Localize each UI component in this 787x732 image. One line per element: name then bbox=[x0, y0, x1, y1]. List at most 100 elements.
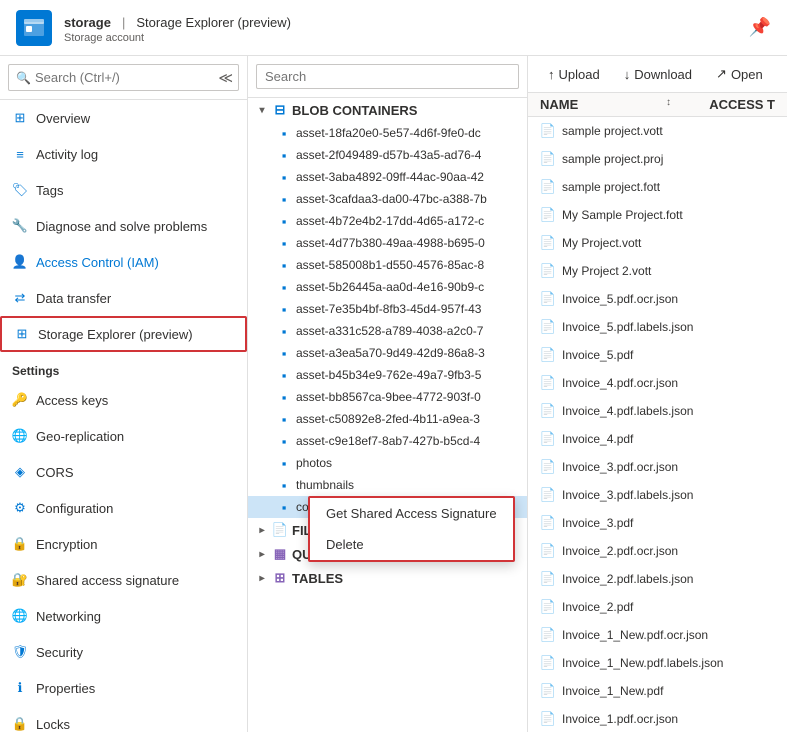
upload-button[interactable]: ↑ Upload bbox=[540, 63, 608, 86]
file-item-6[interactable]: 📄 Invoice_5.pdf.ocr.json bbox=[528, 285, 787, 313]
sidebar-item-encryption[interactable]: 🔒 Encryption bbox=[0, 526, 247, 562]
file-item-18[interactable]: 📄 Invoice_1_New.pdf.ocr.json bbox=[528, 621, 787, 649]
sidebar-item-iam[interactable]: 👤 Access Control (IAM) bbox=[0, 244, 247, 280]
file-item-14[interactable]: 📄 Invoice_3.pdf bbox=[528, 509, 787, 537]
context-menu-delete[interactable]: Delete bbox=[310, 529, 513, 560]
file-shares-expand-icon: ▸ bbox=[256, 525, 268, 536]
column-access-header: ACCESS T bbox=[675, 97, 775, 112]
tree-item-blob-2[interactable]: ▪ asset-3aba4892-09ff-44ac-90aa-42 bbox=[248, 166, 527, 188]
file-item-12[interactable]: 📄 Invoice_3.pdf.ocr.json bbox=[528, 453, 787, 481]
file-icon-8: 📄 bbox=[540, 347, 556, 363]
file-item-10[interactable]: 📄 Invoice_4.pdf.labels.json bbox=[528, 397, 787, 425]
resource-name: storage bbox=[64, 15, 111, 30]
sidebar-item-diagnose[interactable]: 🔧 Diagnose and solve problems bbox=[0, 208, 247, 244]
file-icon-13: 📄 bbox=[540, 487, 556, 503]
person-icon: 👤 bbox=[12, 254, 28, 270]
tree-search-input[interactable] bbox=[256, 64, 519, 89]
file-item-9[interactable]: 📄 Invoice_4.pdf.ocr.json bbox=[528, 369, 787, 397]
sidebar-item-security[interactable]: 🛡 Security bbox=[0, 634, 247, 670]
file-list-header: NAME ↕ ACCESS T bbox=[528, 93, 787, 117]
container-item-wrapper: ▪ container Get Shared Access Signature … bbox=[248, 496, 527, 518]
file-icon-0: 📄 bbox=[540, 123, 556, 139]
file-item-8[interactable]: 📄 Invoice_5.pdf bbox=[528, 341, 787, 369]
file-item-4[interactable]: 📄 My Project.vott bbox=[528, 229, 787, 257]
file-icon-7: 📄 bbox=[540, 319, 556, 335]
queues-expand-icon: ▸ bbox=[256, 549, 268, 560]
tree-item-blob-6[interactable]: ▪ asset-585008b1-d550-4576-85ac-8 bbox=[248, 254, 527, 276]
container-icon-9: ▪ bbox=[276, 323, 292, 339]
container-icon-12: ▪ bbox=[276, 389, 292, 405]
file-icon-15: 📄 bbox=[540, 543, 556, 559]
tree-item-blob-11[interactable]: ▪ asset-b45b34e9-762e-49a7-9fb3-5 bbox=[248, 364, 527, 386]
file-icon-4: 📄 bbox=[540, 235, 556, 251]
pin-icon[interactable]: 📌 bbox=[749, 17, 771, 38]
file-item-13[interactable]: 📄 Invoice_3.pdf.labels.json bbox=[528, 481, 787, 509]
tree-item-blob-8[interactable]: ▪ asset-7e35b4bf-8fb3-45d4-957f-43 bbox=[248, 298, 527, 320]
file-item-2[interactable]: 📄 sample project.fott bbox=[528, 173, 787, 201]
container-icon-8: ▪ bbox=[276, 301, 292, 317]
file-item-21[interactable]: 📄 Invoice_1.pdf.ocr.json bbox=[528, 705, 787, 732]
queue-icon: ▦ bbox=[272, 546, 288, 562]
sidebar-item-overview[interactable]: ⊞ Overview bbox=[0, 100, 247, 136]
header-title: storage | Storage Explorer (preview) Sto… bbox=[64, 11, 291, 44]
tree-section-tables[interactable]: ▸ ⊞ TABLES bbox=[248, 566, 527, 590]
sidebar-item-properties[interactable]: ℹ Properties bbox=[0, 670, 247, 706]
sidebar-item-geo-replication[interactable]: 🌐 Geo-replication bbox=[0, 418, 247, 454]
tree-item-blob-0[interactable]: ▪ asset-18fa20e0-5e57-4d6f-9fe0-dc bbox=[248, 122, 527, 144]
file-item-11[interactable]: 📄 Invoice_4.pdf bbox=[528, 425, 787, 453]
file-item-3[interactable]: 📄 My Sample Project.fott bbox=[528, 201, 787, 229]
tree-item-thumbnails[interactable]: ▪ thumbnails bbox=[248, 474, 527, 496]
sidebar-item-shared-access[interactable]: 🔐 Shared access signature bbox=[0, 562, 247, 598]
table-icon: ⊞ bbox=[272, 570, 288, 586]
tree-item-blob-12[interactable]: ▪ asset-bb8567ca-9bee-4772-903f-0 bbox=[248, 386, 527, 408]
file-item-1[interactable]: 📄 sample project.proj bbox=[528, 145, 787, 173]
file-item-20[interactable]: 📄 Invoice_1_New.pdf bbox=[528, 677, 787, 705]
file-item-19[interactable]: 📄 Invoice_1_New.pdf.labels.json bbox=[528, 649, 787, 677]
tree-body: ▾ ⊟ BLOB CONTAINERS ▪ asset-18fa20e0-5e5… bbox=[248, 98, 527, 732]
file-item-15[interactable]: 📄 Invoice_2.pdf.ocr.json bbox=[528, 537, 787, 565]
tree-item-photos[interactable]: ▪ photos bbox=[248, 452, 527, 474]
sidebar-item-tags[interactable]: 🏷 Tags bbox=[0, 172, 247, 208]
tree-item-blob-13[interactable]: ▪ asset-c50892e8-2fed-4b11-a9ea-3 bbox=[248, 408, 527, 430]
sidebar-item-locks[interactable]: 🔒 Locks bbox=[0, 706, 247, 732]
context-menu-get-sas[interactable]: Get Shared Access Signature bbox=[310, 498, 513, 529]
file-icon-9: 📄 bbox=[540, 375, 556, 391]
home-icon: ⊞ bbox=[12, 110, 28, 126]
file-toolbar: ↑ Upload ↓ Download ↗ Open ← → ↑ bbox=[528, 56, 787, 93]
tree-item-blob-9[interactable]: ▪ asset-a331c528-a789-4038-a2c0-7 bbox=[248, 320, 527, 342]
file-icon-5: 📄 bbox=[540, 263, 556, 279]
sidebar-search-input[interactable] bbox=[8, 64, 239, 91]
file-icon-16: 📄 bbox=[540, 571, 556, 587]
sidebar-item-access-keys[interactable]: 🔑 Access keys bbox=[0, 382, 247, 418]
container-icon-7: ▪ bbox=[276, 279, 292, 295]
file-item-16[interactable]: 📄 Invoice_2.pdf.labels.json bbox=[528, 565, 787, 593]
file-item-5[interactable]: 📄 My Project 2.vott bbox=[528, 257, 787, 285]
collapse-icon[interactable]: ≪ bbox=[218, 69, 233, 86]
file-item-0[interactable]: 📄 sample project.vott bbox=[528, 117, 787, 145]
page-subtitle: Storage Explorer (preview) bbox=[136, 15, 291, 30]
container-icon-thumbnails: ▪ bbox=[276, 477, 292, 493]
sidebar-item-storage-explorer[interactable]: ⊞ Storage Explorer (preview) bbox=[0, 316, 247, 352]
container-icon-2: ▪ bbox=[276, 169, 292, 185]
header: storage | Storage Explorer (preview) Sto… bbox=[0, 0, 787, 56]
sidebar-item-activity-log[interactable]: ≡ Activity log bbox=[0, 136, 247, 172]
tree-item-blob-5[interactable]: ▪ asset-4d77b380-49aa-4988-b695-0 bbox=[248, 232, 527, 254]
tree-item-blob-3[interactable]: ▪ asset-3cafdaa3-da00-47bc-a388-7b bbox=[248, 188, 527, 210]
sidebar-item-networking[interactable]: 🌐 Networking bbox=[0, 598, 247, 634]
download-button[interactable]: ↓ Download bbox=[616, 63, 700, 86]
sidebar-item-cors[interactable]: ◈ CORS bbox=[0, 454, 247, 490]
tree-item-blob-10[interactable]: ▪ asset-a3ea5a70-9d49-42d9-86a8-3 bbox=[248, 342, 527, 364]
container-icon-6: ▪ bbox=[276, 257, 292, 273]
tree-item-blob-14[interactable]: ▪ asset-c9e18ef7-8ab7-427b-b5cd-4 bbox=[248, 430, 527, 452]
sidebar-item-configuration[interactable]: ⚙ Configuration bbox=[0, 490, 247, 526]
file-item-7[interactable]: 📄 Invoice_5.pdf.labels.json bbox=[528, 313, 787, 341]
open-button[interactable]: ↗ Open bbox=[708, 62, 771, 86]
blob-container-icon: ⊟ bbox=[272, 102, 288, 118]
tree-section-blob[interactable]: ▾ ⊟ BLOB CONTAINERS bbox=[248, 98, 527, 122]
tree-item-blob-7[interactable]: ▪ asset-5b26445a-aa0d-4e16-90b9-c bbox=[248, 276, 527, 298]
sidebar: 🔍 ≪ ⊞ Overview ≡ Activity log 🏷 Tags 🔧 D… bbox=[0, 56, 248, 732]
tree-item-blob-4[interactable]: ▪ asset-4b72e4b2-17dd-4d65-a172-c bbox=[248, 210, 527, 232]
file-item-17[interactable]: 📄 Invoice_2.pdf bbox=[528, 593, 787, 621]
sidebar-item-data-transfer[interactable]: ⇄ Data transfer bbox=[0, 280, 247, 316]
tree-item-blob-1[interactable]: ▪ asset-2f049489-d57b-43a5-ad76-4 bbox=[248, 144, 527, 166]
